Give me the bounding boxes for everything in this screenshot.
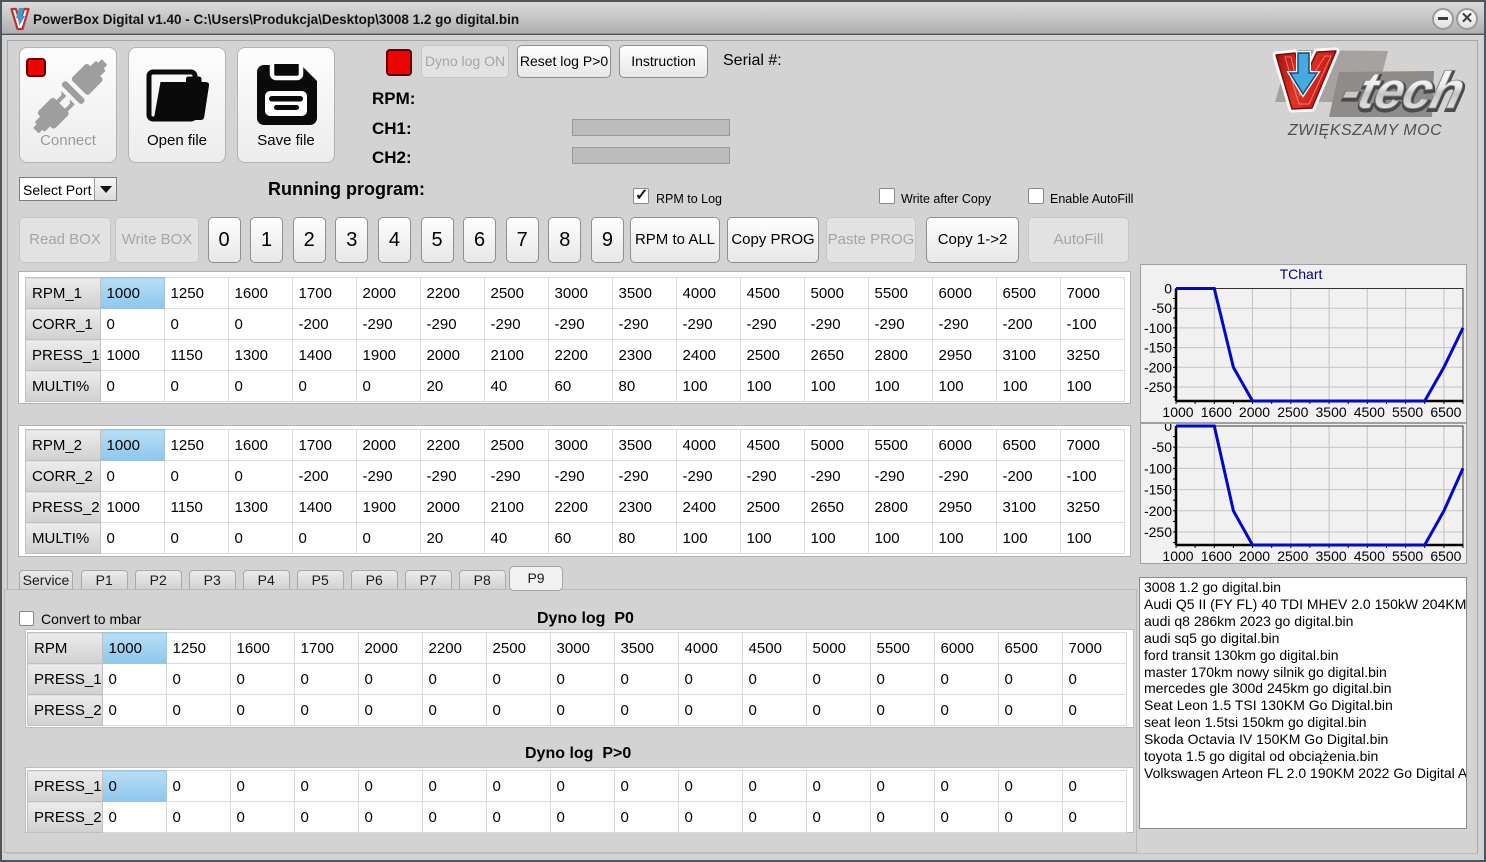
svg-text:3500: 3500 bbox=[1316, 548, 1347, 563]
svg-text:1600: 1600 bbox=[1201, 404, 1232, 420]
svg-text:-100: -100 bbox=[1144, 460, 1172, 476]
svg-text:-tech: -tech bbox=[1336, 62, 1470, 120]
svg-text:2000: 2000 bbox=[1239, 404, 1270, 420]
svg-text:1000: 1000 bbox=[1162, 404, 1193, 420]
svg-text:-150: -150 bbox=[1144, 482, 1172, 498]
svg-text:3500: 3500 bbox=[1316, 404, 1347, 420]
svg-text:-50: -50 bbox=[1152, 300, 1172, 316]
svg-text:5500: 5500 bbox=[1392, 548, 1423, 563]
svg-text:4500: 4500 bbox=[1354, 404, 1385, 420]
svg-text:2500: 2500 bbox=[1277, 404, 1308, 420]
svg-text:5500: 5500 bbox=[1392, 404, 1423, 420]
svg-text:-200: -200 bbox=[1144, 359, 1172, 375]
svg-text:6500: 6500 bbox=[1430, 548, 1461, 563]
svg-text:-250: -250 bbox=[1144, 379, 1172, 395]
svg-text:0: 0 bbox=[1164, 424, 1172, 434]
svg-text:-50: -50 bbox=[1152, 439, 1172, 455]
svg-text:1000: 1000 bbox=[1162, 548, 1193, 563]
svg-text:-200: -200 bbox=[1144, 503, 1172, 519]
svg-text:6500: 6500 bbox=[1430, 404, 1461, 420]
svg-text:-150: -150 bbox=[1144, 340, 1172, 356]
svg-text:-250: -250 bbox=[1144, 524, 1172, 540]
svg-text:0: 0 bbox=[1164, 281, 1172, 297]
svg-text:TChart: TChart bbox=[1280, 266, 1323, 282]
svg-text:-100: -100 bbox=[1144, 320, 1172, 336]
svg-text:2500: 2500 bbox=[1277, 548, 1308, 563]
svg-text:1600: 1600 bbox=[1201, 548, 1232, 563]
svg-text:4500: 4500 bbox=[1354, 548, 1385, 563]
svg-text:2000: 2000 bbox=[1239, 548, 1270, 563]
